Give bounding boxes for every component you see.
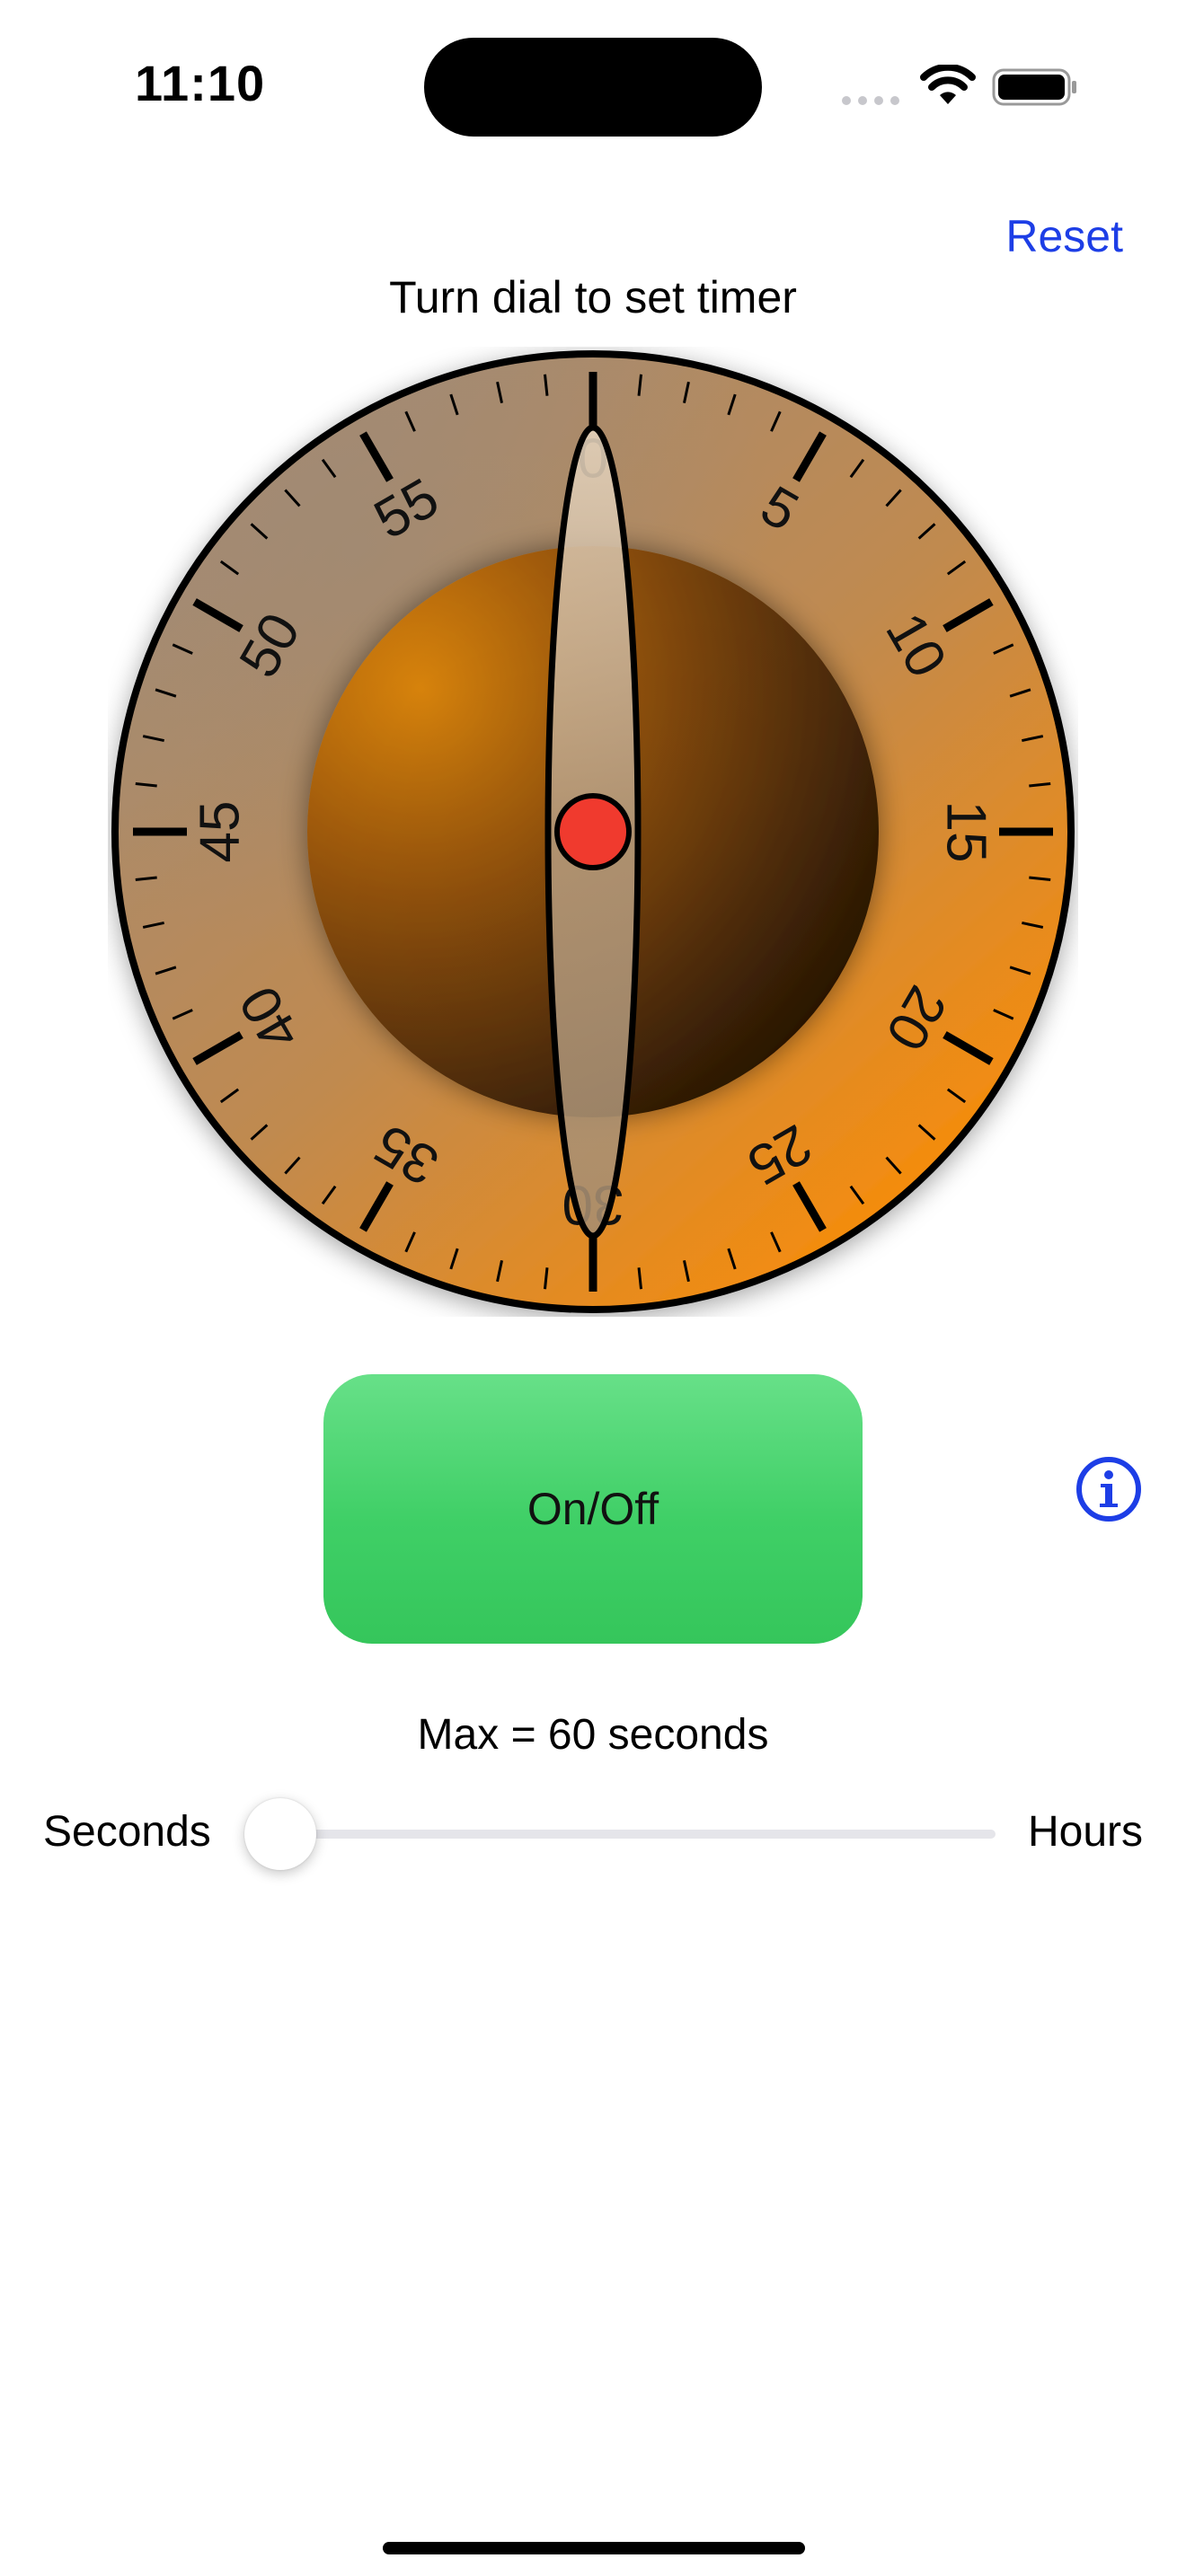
pointer-center-dot (554, 793, 632, 870)
slider-max-label: Hours (1027, 1808, 1143, 1856)
battery-icon (992, 68, 1076, 106)
reset-button[interactable]: Reset (1005, 210, 1123, 262)
cellular-signal-icon (842, 96, 899, 105)
slider-thumb[interactable] (244, 1798, 316, 1870)
max-duration-label: Max = 60 seconds (417, 1711, 769, 1759)
info-circle-icon[interactable] (1075, 1455, 1143, 1523)
slider-min-label: Seconds (43, 1808, 211, 1856)
timer-dial[interactable]: 0510152025303540455055 (108, 347, 1078, 1317)
dynamic-island (424, 38, 762, 137)
wifi-icon (920, 65, 976, 104)
on-off-button[interactable]: On/Off (323, 1374, 863, 1644)
dial-label-45: 45 (190, 801, 252, 863)
instruction-text: Turn dial to set timer (389, 272, 797, 322)
home-indicator[interactable] (383, 2542, 805, 2554)
dial-pointer-handle[interactable] (544, 424, 642, 1239)
duration-slider[interactable] (280, 1830, 996, 1839)
dial-label-15: 15 (935, 801, 997, 863)
status-time: 11:10 (135, 55, 266, 111)
